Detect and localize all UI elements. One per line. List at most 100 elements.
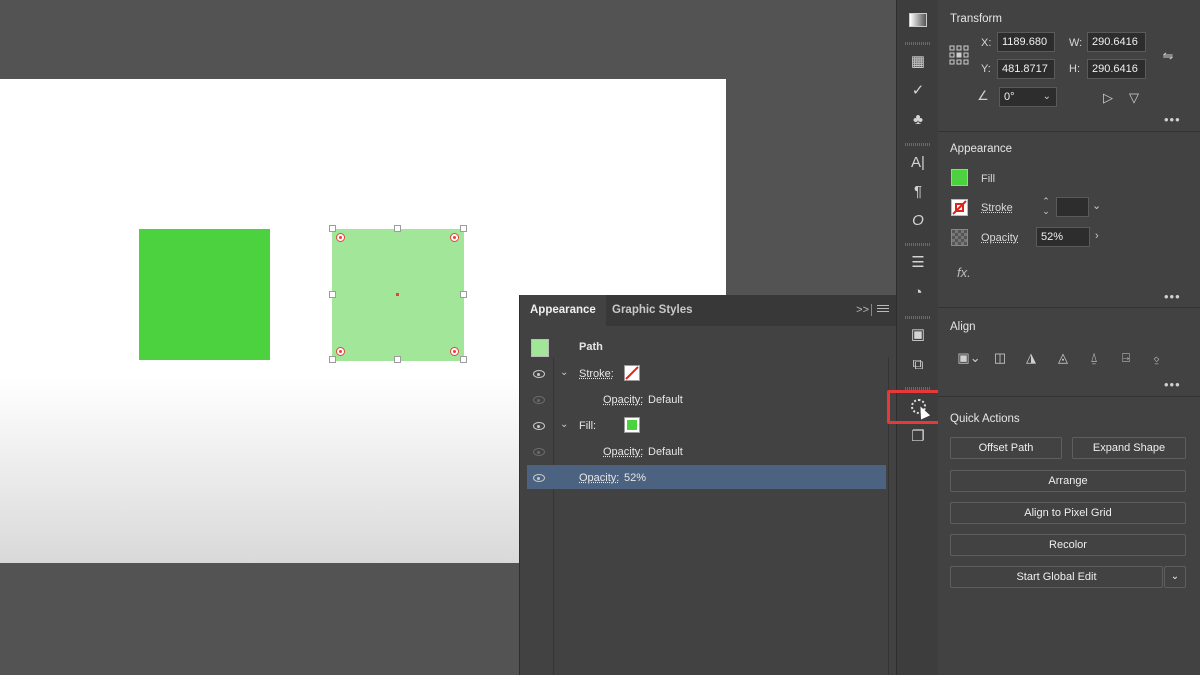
eye-icon[interactable]: [533, 448, 545, 456]
selection-handle-br[interactable]: [460, 356, 467, 363]
more-options-icon[interactable]: •••: [1164, 289, 1181, 304]
chevron-down-icon[interactable]: ⌄: [560, 367, 568, 378]
panel-grip[interactable]: [905, 316, 931, 319]
panel-grip[interactable]: [905, 243, 931, 246]
arrange-button[interactable]: Arrange: [950, 470, 1186, 492]
swatches-icon[interactable]: ▦: [907, 51, 929, 73]
global-edit-dropdown[interactable]: ⌄: [1164, 566, 1186, 588]
eye-column-divider: [553, 357, 554, 675]
corner-widget-bl[interactable]: [336, 347, 345, 356]
reference-point-icon[interactable]: [949, 45, 969, 65]
panel-collapse-button[interactable]: >>: [856, 304, 869, 316]
fill-label: Fill: [981, 173, 996, 185]
corner-widget-tr[interactable]: [450, 233, 459, 242]
chevron-right-icon[interactable]: ›: [1095, 230, 1099, 242]
stroke-weight-stepper[interactable]: ⌃ ⌄: [1038, 196, 1054, 218]
chevron-down-icon[interactable]: ⌄: [560, 419, 568, 430]
eye-icon[interactable]: [533, 422, 545, 430]
corner-widget-br[interactable]: [450, 347, 459, 356]
object-opacity-value: 52%: [624, 472, 647, 484]
appearance-title: Appearance: [950, 143, 1013, 155]
chevron-down-icon[interactable]: ⌄: [1043, 88, 1051, 106]
appearance-panel: Appearance Graphic Styles >> Path ⌄ Stro…: [519, 295, 897, 675]
start-global-edit-button[interactable]: Start Global Edit: [950, 566, 1163, 588]
opentype-icon[interactable]: O: [907, 210, 929, 232]
stroke-none-swatch[interactable]: [624, 365, 640, 381]
quick-actions-title: Quick Actions: [950, 413, 1020, 425]
gradient-icon[interactable]: [907, 8, 929, 30]
fill-opacity-label[interactable]: Opacity:: [603, 446, 643, 458]
selection-handle-tl[interactable]: [329, 225, 336, 232]
transform-icon[interactable]: ▣: [907, 324, 929, 346]
opacity-label[interactable]: Opacity: [981, 232, 1018, 244]
align-vertical-center-icon[interactable]: ⍈: [1118, 350, 1134, 366]
character-icon[interactable]: A|: [907, 152, 929, 174]
appearance-panel-tabs: Appearance Graphic Styles >>: [520, 295, 897, 326]
tab-graphic-styles[interactable]: Graphic Styles: [602, 295, 703, 326]
object-opacity-label[interactable]: Opacity:: [579, 472, 619, 484]
stroke-opacity-value: Default: [648, 394, 683, 406]
stroke-label[interactable]: Stroke: [981, 202, 1013, 214]
x-field[interactable]: 1189.680: [997, 32, 1055, 52]
offset-path-button[interactable]: Offset Path: [950, 437, 1062, 459]
stroke-icon[interactable]: ☰: [907, 252, 929, 274]
green-square-opaque[interactable]: [139, 229, 270, 360]
none-slash-icon: [625, 366, 639, 380]
opacity-field[interactable]: 52%: [1036, 227, 1090, 247]
align-left-icon[interactable]: ◫: [992, 350, 1008, 366]
graphic-styles-icon[interactable]: ❐: [907, 426, 929, 448]
stroke-swatch[interactable]: [951, 199, 968, 216]
panel-grip[interactable]: [905, 143, 931, 146]
stroke-opacity-label[interactable]: Opacity:: [603, 394, 643, 406]
y-label: Y:: [981, 63, 991, 75]
panel-grip[interactable]: [905, 42, 931, 45]
expand-shape-button[interactable]: Expand Shape: [1072, 437, 1186, 459]
align-horizontal-center-icon[interactable]: ◮: [1023, 350, 1039, 366]
fill-label[interactable]: Fill:: [579, 420, 596, 432]
chevron-down-icon[interactable]: ⌄: [1092, 199, 1101, 212]
align-right-icon[interactable]: ◬: [1055, 350, 1071, 366]
corner-widget-tl[interactable]: [336, 233, 345, 242]
eye-icon[interactable]: [533, 370, 545, 378]
center-point: [396, 293, 399, 296]
stroke-label[interactable]: Stroke:: [579, 368, 614, 380]
w-field[interactable]: 290.6416: [1087, 32, 1146, 52]
fill-swatch[interactable]: [624, 417, 640, 433]
more-options-icon[interactable]: •••: [1164, 377, 1181, 392]
fill-opacity-value: Default: [648, 446, 683, 458]
selection-handle-bl[interactable]: [329, 356, 336, 363]
eye-icon[interactable]: [533, 474, 545, 482]
selection-handle-tr[interactable]: [460, 225, 467, 232]
stroke-weight-field[interactable]: [1056, 197, 1089, 217]
selection-handle-left[interactable]: [329, 291, 336, 298]
selection-handle-top[interactable]: [394, 225, 401, 232]
panel-menu-icon[interactable]: [877, 303, 889, 314]
flip-horizontal-icon[interactable]: ▷: [1100, 90, 1116, 106]
selection-handle-right[interactable]: [460, 291, 467, 298]
align-bottom-icon[interactable]: ⍚: [1149, 350, 1165, 366]
symbols-icon[interactable]: ♣: [907, 109, 929, 131]
flip-vertical-icon[interactable]: ▽: [1126, 90, 1142, 106]
more-options-icon[interactable]: •••: [1164, 112, 1181, 127]
h-field[interactable]: 290.6416: [1087, 59, 1146, 79]
align-to-selection-icon[interactable]: ▣⌄: [956, 350, 982, 366]
fill-swatch[interactable]: [951, 169, 968, 186]
selection-handle-bottom[interactable]: [394, 356, 401, 363]
align-to-pixel-grid-button[interactable]: Align to Pixel Grid: [950, 502, 1186, 524]
tab-appearance[interactable]: Appearance: [520, 295, 606, 326]
brushes-icon[interactable]: ✓: [907, 80, 929, 102]
recolor-button[interactable]: Recolor: [950, 534, 1186, 556]
eye-icon[interactable]: [533, 396, 545, 404]
angle-field[interactable]: 0° ⌄: [999, 87, 1057, 107]
align-top-icon[interactable]: ⍙: [1086, 350, 1102, 366]
opacity-icon: [951, 229, 968, 246]
section-divider: [938, 396, 1200, 397]
pathfinder-icon[interactable]: ⧉: [907, 354, 929, 376]
constrain-proportions-icon[interactable]: ⇋: [1160, 48, 1176, 64]
fx-label[interactable]: fx.: [957, 265, 971, 280]
transparency-icon[interactable]: ◔: [907, 282, 929, 304]
paragraph-icon[interactable]: ¶: [907, 181, 929, 203]
y-field[interactable]: 481.8717: [997, 59, 1055, 79]
path-thumbnail: [531, 339, 549, 357]
align-title: Align: [950, 321, 976, 333]
